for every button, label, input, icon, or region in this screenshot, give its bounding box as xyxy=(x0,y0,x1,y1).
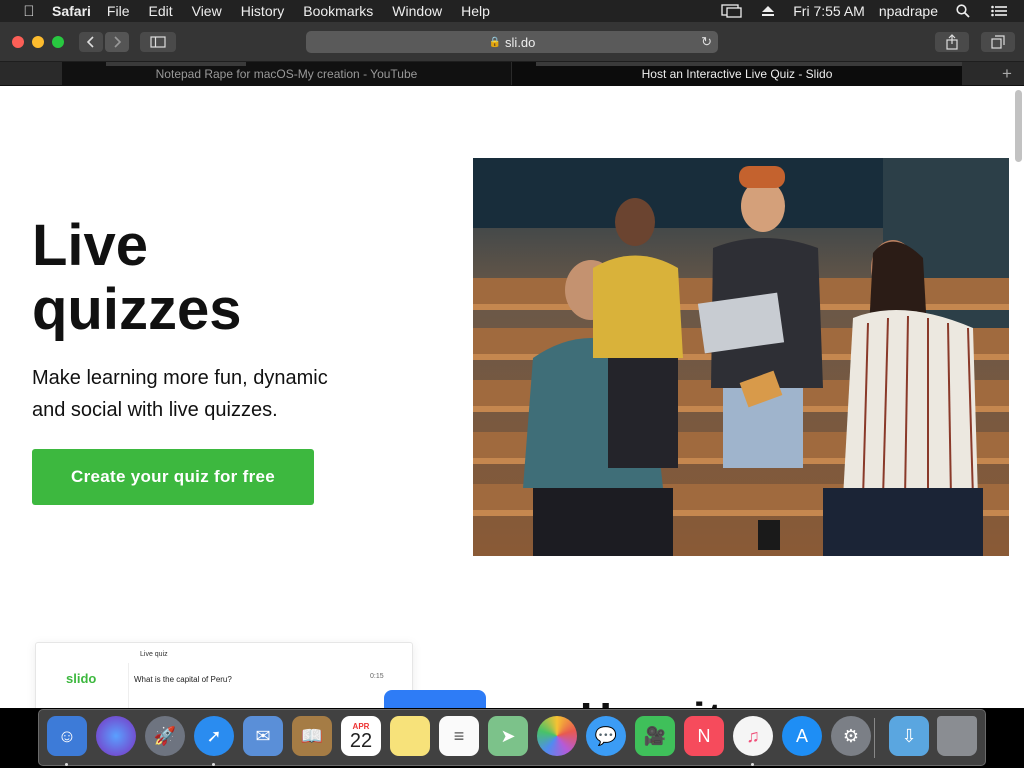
siri-icon[interactable] xyxy=(96,716,136,756)
phone-mockup xyxy=(384,690,486,708)
browser-toolbar: 🔒 sli.do ↻ xyxy=(0,22,1024,62)
calendar-icon[interactable]: APR 22 xyxy=(341,716,381,756)
safari-running-dot xyxy=(212,763,215,766)
safari-icon[interactable]: ➚ xyxy=(194,716,234,756)
contacts-icon[interactable]: 📖 xyxy=(292,716,332,756)
menu-bookmarks[interactable]: Bookmarks xyxy=(303,3,373,19)
address-bar[interactable]: 🔒 sli.do ↻ xyxy=(306,31,718,53)
menu-clock[interactable]: Fri 7:55 AM xyxy=(793,3,865,19)
menu-file[interactable]: File xyxy=(107,3,130,19)
sidebar-icon xyxy=(150,36,166,48)
minimize-window-button[interactable] xyxy=(32,36,44,48)
menu-view[interactable]: View xyxy=(192,3,222,19)
title-line-1: Live xyxy=(32,213,149,278)
forward-icon xyxy=(114,36,122,48)
status-area: Fri 7:55 AM npadrape xyxy=(721,0,1024,22)
forward-button[interactable] xyxy=(105,32,129,52)
sidebar-toggle-button[interactable] xyxy=(140,32,176,52)
page-scrollbar[interactable] xyxy=(1015,90,1022,162)
facetime-icon[interactable]: 🎥 xyxy=(635,716,675,756)
share-icon xyxy=(946,34,958,50)
photos-icon[interactable] xyxy=(537,716,577,756)
menu-edit[interactable]: Edit xyxy=(148,3,172,19)
dock: ☺ 🚀 ➚ ✉ 📖 APR 22 ≡ ➤ 💬 🎥 N ♫ A ⚙ ⇩ xyxy=(38,709,986,766)
app-store-icon[interactable]: A xyxy=(782,716,822,756)
itunes-running-dot xyxy=(751,763,754,766)
system-preferences-icon[interactable]: ⚙ xyxy=(831,716,871,756)
menu-history[interactable]: History xyxy=(241,3,285,19)
menu-bar:  Safari File Edit View History Bookmark… xyxy=(0,0,1024,22)
reminders-icon[interactable]: ≡ xyxy=(439,716,479,756)
calendar-day: 22 xyxy=(349,729,373,752)
launchpad-icon[interactable]: 🚀 xyxy=(145,716,185,756)
tab-bar: Notepad Rape for macOS-My creation - You… xyxy=(0,62,1024,86)
hero-subtitle: Make learning more fun, dynamic and soci… xyxy=(32,367,328,421)
messages-icon[interactable]: 💬 xyxy=(586,716,626,756)
notes-icon[interactable] xyxy=(390,716,430,756)
maps-icon[interactable]: ➤ xyxy=(488,716,528,756)
section-heading-peek: How it work xyxy=(580,690,840,708)
news-icon[interactable]: N xyxy=(684,716,724,756)
slido-logo: slido xyxy=(66,671,97,686)
card-kicker: Live quiz xyxy=(140,651,168,658)
menu-window[interactable]: Window xyxy=(392,3,442,19)
tab-youtube[interactable]: Notepad Rape for macOS-My creation - You… xyxy=(62,62,511,86)
spotlight-search-icon[interactable] xyxy=(952,4,974,18)
menu-user[interactable]: npadrape xyxy=(879,3,938,19)
close-window-button[interactable] xyxy=(12,36,24,48)
web-page: Live quizzes Make learning more fun, dyn… xyxy=(0,86,1024,708)
notification-center-icon[interactable] xyxy=(988,4,1010,18)
quiz-timer: 0:15 xyxy=(370,673,384,680)
menu-safari[interactable]: Safari xyxy=(52,3,91,19)
tab-overview-icon xyxy=(991,35,1005,49)
create-quiz-button[interactable]: Create your quiz for free xyxy=(32,449,314,505)
tab-slido[interactable]: Host an Interactive Live Quiz - Slido xyxy=(512,62,962,86)
eject-icon[interactable] xyxy=(757,4,779,18)
trash-icon[interactable] xyxy=(937,716,977,756)
hero-photo xyxy=(473,158,1009,556)
mail-icon[interactable]: ✉ xyxy=(243,716,283,756)
share-button[interactable] xyxy=(935,32,969,52)
display-mirroring-icon[interactable] xyxy=(721,4,743,18)
tab-overview-button[interactable] xyxy=(981,32,1015,52)
back-icon xyxy=(86,36,94,48)
quiz-question: What is the capital of Peru? xyxy=(134,675,232,684)
back-button[interactable] xyxy=(79,32,103,52)
itunes-icon[interactable]: ♫ xyxy=(733,716,773,756)
card-divider xyxy=(128,663,129,708)
downloads-folder-icon[interactable]: ⇩ xyxy=(889,716,929,756)
menu-help[interactable]: Help xyxy=(461,3,490,19)
plus-icon[interactable]: + xyxy=(1002,64,1012,84)
finder-running-dot xyxy=(65,763,68,766)
fullscreen-window-button[interactable] xyxy=(52,36,64,48)
dock-separator xyxy=(874,718,875,758)
title-line-2: quizzes xyxy=(32,277,242,342)
quiz-preview-card: slido Live quiz What is the capital of P… xyxy=(35,642,413,708)
lock-icon: 🔒 xyxy=(488,36,502,48)
apple-logo-icon[interactable]:  xyxy=(20,3,38,20)
finder-icon[interactable]: ☺ xyxy=(47,716,87,756)
section-heading: How it work xyxy=(580,694,840,708)
url-text: sli.do xyxy=(505,34,536,50)
page-title: Live quizzes xyxy=(32,214,392,342)
reload-icon[interactable]: ↻ xyxy=(701,34,712,50)
